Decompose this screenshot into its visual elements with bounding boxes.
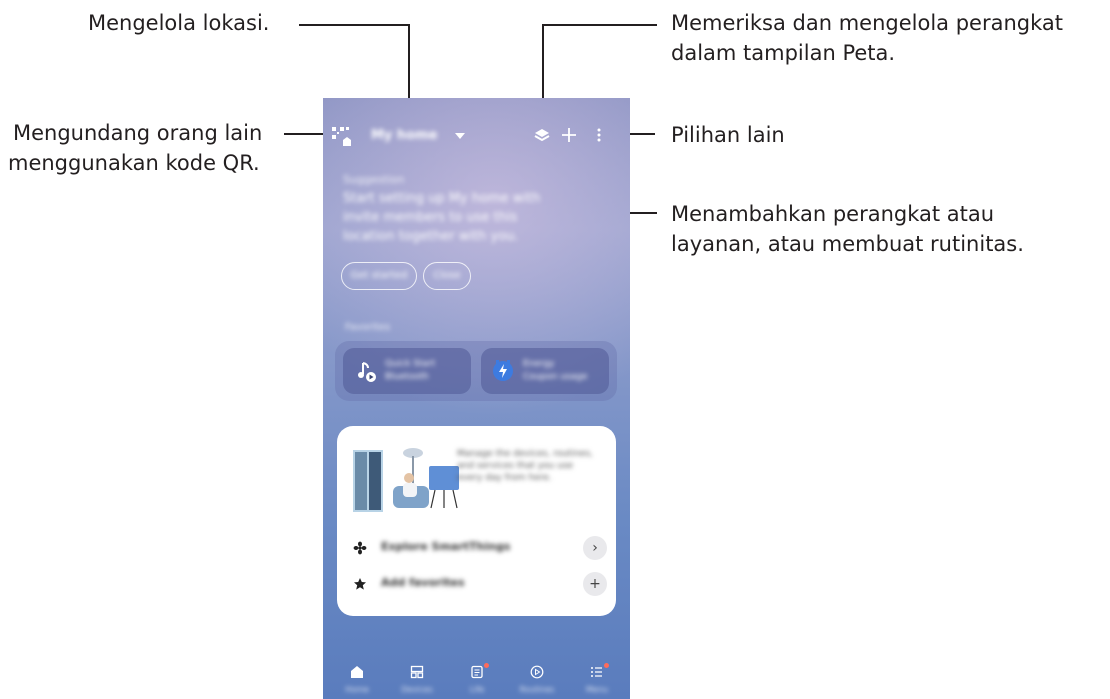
callout-map-line1: Memeriksa dan mengelola perangkat: [671, 11, 1063, 35]
callout-add-line1: Menambahkan perangkat atau: [671, 202, 995, 226]
fan-icon: [353, 541, 367, 555]
suggestion-line2: invite members to use this: [343, 210, 518, 225]
nav-label: Routines: [519, 685, 555, 694]
suggestion-line1: Start setting up My home with: [343, 191, 541, 206]
routines-icon: [530, 665, 544, 679]
qr-invite-icon[interactable]: [331, 126, 355, 148]
nav-home[interactable]: Home: [337, 661, 377, 699]
devices-icon: [410, 665, 424, 679]
life-icon: [471, 665, 483, 679]
welcome-suggestion: Suggestion Start setting up My home with…: [343, 170, 603, 246]
more-options-icon[interactable]: [595, 126, 603, 144]
star-icon: [354, 578, 366, 590]
favorite-card-energy[interactable]: Energy Coupon usage: [481, 348, 609, 394]
menu-badge: [604, 663, 609, 668]
favorite-line1: Quick Start: [385, 359, 436, 369]
nav-menu[interactable]: Menu: [577, 661, 617, 699]
favorite-line2: Bluetooth: [385, 372, 429, 382]
energy-bolt-icon: [493, 360, 513, 381]
close-label: Close: [433, 270, 461, 281]
callout-add-line2: layanan, atau membuat rutinitas.: [671, 232, 1024, 256]
map-view-icon[interactable]: [533, 127, 551, 145]
favorite-card-quick-start[interactable]: Quick Start Bluetooth: [343, 348, 471, 394]
plus-icon[interactable]: +: [583, 572, 607, 596]
promo-description: Manage the devices, routines, and servic…: [457, 449, 593, 483]
nav-life[interactable]: Life: [457, 661, 497, 699]
explore-label: Explore SmartThings: [381, 540, 511, 553]
promo-illustration: [353, 448, 459, 512]
phone-screen: My home Suggestion Start setting up My h…: [323, 98, 630, 699]
favorite-title: Energy Coupon usage: [523, 358, 587, 384]
callout-invite-line1: Mengundang orang lain: [13, 121, 263, 145]
add-favorites-row[interactable]: Add favorites +: [351, 572, 607, 596]
favorite-line1: Energy: [523, 359, 555, 369]
favorites-section-label: Favorites: [345, 322, 391, 333]
get-started-chip[interactable]: Get started: [341, 262, 417, 290]
callout-map-line2: dalam tampilan Peta.: [671, 41, 896, 65]
add-favorites-label: Add favorites: [381, 576, 465, 589]
promo-card: Manage the devices, routines, and servic…: [337, 426, 616, 616]
nav-label: Home: [345, 685, 369, 694]
nav-devices[interactable]: Devices: [397, 661, 437, 699]
explore-row[interactable]: Explore SmartThings ›: [351, 536, 607, 560]
suggestion-line3: location together with you.: [343, 229, 519, 244]
home-icon: [351, 666, 363, 678]
menu-icon: [591, 667, 602, 677]
add-plus-icon[interactable]: [560, 126, 578, 144]
life-badge: [484, 663, 489, 668]
callout-invite-line2: menggunakan kode QR.: [8, 151, 260, 175]
nav-label: Devices: [401, 685, 433, 694]
close-chip[interactable]: Close: [423, 262, 471, 290]
favorites-container: Quick Start Bluetooth Energy Coupon usage: [335, 341, 617, 401]
bottom-nav: Home Devices Life Routines Menu: [323, 661, 630, 699]
music-note-play-icon: [358, 362, 376, 382]
nav-routines[interactable]: Routines: [517, 661, 557, 699]
nav-label: Life: [469, 685, 485, 694]
callout-manage-location: Mengelola lokasi.: [88, 11, 270, 35]
favorite-line2: Coupon usage: [523, 372, 588, 382]
callout-more-options: Pilihan lain: [671, 123, 785, 147]
get-started-label: Get started: [350, 270, 408, 281]
location-name[interactable]: My home: [371, 128, 438, 143]
chevron-right-icon[interactable]: ›: [583, 536, 607, 560]
favorite-title: Quick Start Bluetooth: [385, 358, 435, 384]
top-bar: My home: [323, 122, 630, 152]
nav-label: Menu: [586, 685, 608, 694]
suggestion-label: Suggestion: [343, 173, 405, 186]
location-dropdown-icon[interactable]: [455, 133, 465, 139]
